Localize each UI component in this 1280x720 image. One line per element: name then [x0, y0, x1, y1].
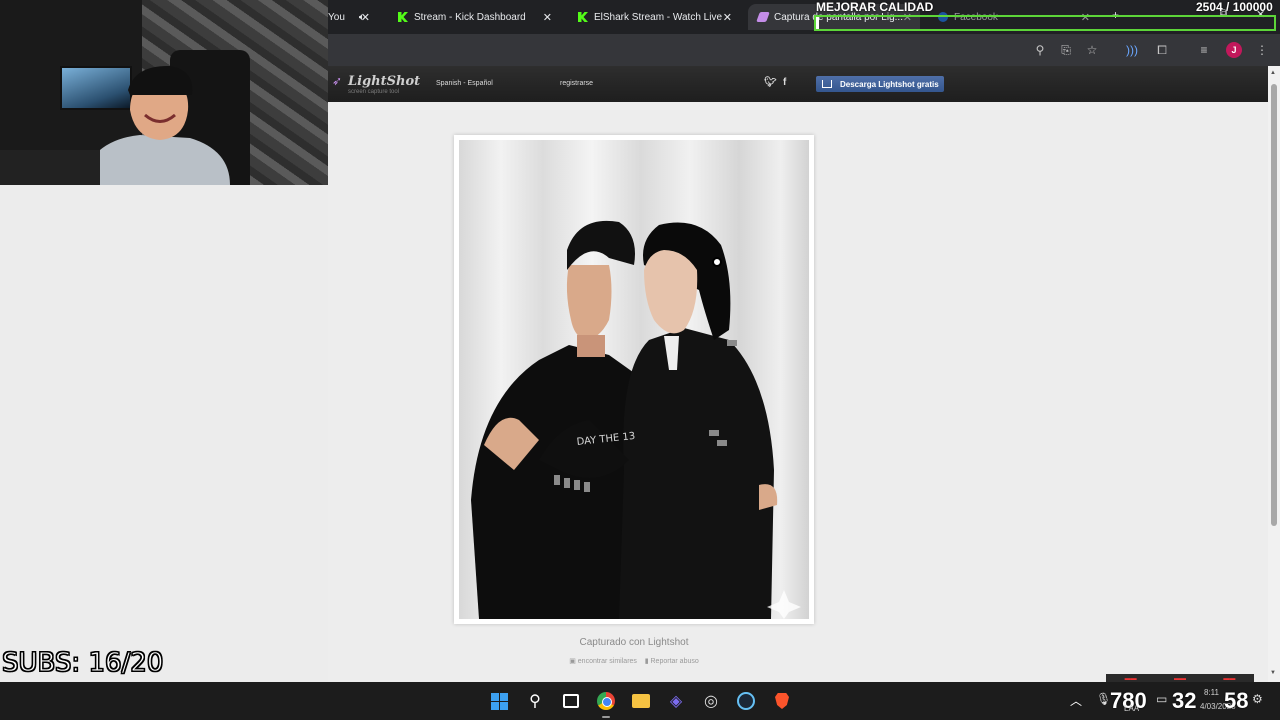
settings-gear-icon[interactable]: ⚙	[1252, 692, 1263, 706]
tray-value-2: 32	[1172, 688, 1197, 713]
monitor-icon[interactable]: ▭	[1156, 692, 1167, 706]
screenshot-actions: ▣ encontrar similares ▮ Reportar abuso	[454, 657, 814, 665]
scroll-up-arrow-icon[interactable]: ▲	[1270, 70, 1276, 76]
file-explorer-icon[interactable]	[631, 691, 651, 711]
goal-title: MEJORAR CALIDAD	[816, 0, 934, 14]
zoom-icon[interactable]: ⚲	[1032, 42, 1048, 58]
subs-counter: SUBS: 16/20	[1, 648, 164, 679]
install-app-icon[interactable]: ⎘	[1058, 42, 1074, 58]
download-icon	[822, 80, 832, 88]
keyboard-language[interactable]: LAA	[1124, 704, 1139, 713]
lightshot-header: ➶ LightShot screen capture tool Spanish …	[328, 66, 1268, 102]
tray-value-3: 58	[1224, 688, 1249, 713]
report-abuse-link[interactable]: ▮ Reportar abuso	[645, 658, 699, 665]
lightshot-icon	[756, 12, 770, 22]
tab-label: Stream - Kick Dashboard	[414, 11, 526, 23]
brave-icon[interactable]	[772, 691, 792, 711]
close-icon[interactable]: ✕	[361, 11, 370, 24]
close-icon[interactable]: ✕	[723, 11, 732, 24]
tab-label: You	[328, 11, 345, 23]
task-view-icon[interactable]	[561, 691, 581, 711]
search-icon[interactable]: ⚲	[525, 691, 545, 711]
find-similar-link[interactable]: ▣ encontrar similares	[569, 658, 637, 665]
extension-audio-icon[interactable]: )))	[1124, 42, 1140, 58]
active-app-indicator	[602, 716, 610, 718]
close-icon[interactable]: ✕	[543, 11, 552, 24]
app-circle-icon[interactable]: ◎	[701, 691, 721, 711]
tray-chevron-icon[interactable]: ︿	[1070, 692, 1082, 709]
windows-taskbar: ⚲ ◈ ◎ ︿ 🎙︎ 780 ▭ 32 8:11 4/03/2025 LAA 5…	[0, 682, 1280, 720]
screenshot-image[interactable]: DAY THE 13	[459, 140, 809, 619]
facebook-link[interactable]: f	[783, 77, 786, 88]
captured-with-caption: Capturado con Lightshot	[579, 637, 689, 648]
scrollbar-thumb[interactable]	[1271, 84, 1277, 526]
steam-icon[interactable]	[736, 691, 756, 711]
webcam-desk	[0, 150, 100, 185]
reading-list-icon[interactable]: ≡	[1196, 42, 1212, 58]
photo-two-people: DAY THE 13	[471, 220, 801, 619]
lightshot-tagline: screen capture tool	[348, 89, 400, 95]
scroll-down-arrow-icon[interactable]: ▼	[1270, 670, 1276, 676]
browser-toolbar: ⚲ ⎘ ☆ ))) ⧠ ≡ J ⋮	[328, 34, 1280, 66]
extensions-puzzle-icon[interactable]: ⧠	[1154, 42, 1170, 58]
download-lightshot-button[interactable]: Descarga Lightshot gratis	[816, 76, 944, 92]
tab-elshark-stream[interactable]: ElShark Stream - Watch Live ✕	[568, 4, 740, 30]
profile-avatar[interactable]: J	[1226, 42, 1242, 58]
microphone-icon[interactable]: 🎙︎	[1096, 692, 1111, 706]
windows-logo-icon	[490, 692, 508, 710]
register-link[interactable]: registrarse	[560, 80, 593, 87]
tab-label: ElShark Stream - Watch Live	[594, 11, 723, 23]
tab-kick-dashboard[interactable]: Stream - Kick Dashboard ✕	[388, 4, 560, 30]
left-background	[0, 185, 328, 682]
lightshot-logo[interactable]: LightShot	[348, 74, 420, 89]
find-similar-label: encontrar similares	[577, 658, 637, 665]
goal-counter: 2504 / 100000	[1196, 0, 1273, 14]
language-select[interactable]: Spanish - Español	[436, 80, 493, 87]
goal-progress-bar	[814, 15, 1276, 31]
clock-time: 8:11	[1204, 688, 1219, 697]
kick-icon	[578, 12, 588, 22]
webcam-overlay	[0, 0, 328, 185]
report-abuse-label: Reportar abuso	[650, 658, 699, 665]
goal-progress-fill	[816, 17, 819, 29]
lightshot-feather-icon: ➶	[332, 74, 343, 88]
twitter-icon[interactable]: 🐦︎	[764, 77, 777, 88]
kick-icon	[398, 12, 408, 22]
bookmark-star-icon[interactable]: ☆	[1084, 42, 1100, 58]
chrome-taskbar-icon[interactable]	[596, 691, 616, 711]
cursor-icon	[712, 257, 722, 267]
app-diamond-icon[interactable]: ◈	[666, 691, 686, 711]
start-button[interactable]	[489, 691, 509, 711]
webcam-streamer	[80, 65, 230, 185]
menu-kebab-icon[interactable]: ⋮	[1254, 42, 1270, 58]
screenshot-frame: DAY THE 13	[454, 135, 814, 624]
download-label: Descarga Lightshot gratis	[840, 79, 939, 89]
